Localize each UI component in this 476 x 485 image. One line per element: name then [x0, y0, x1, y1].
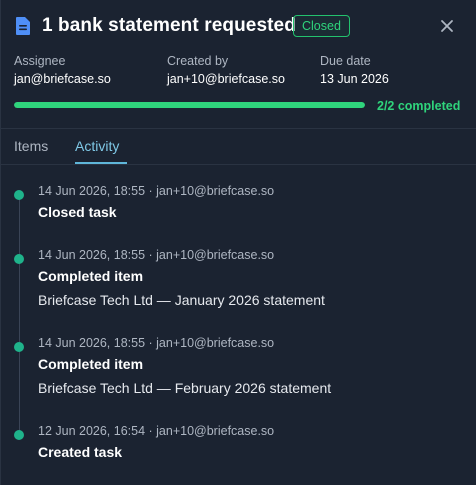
activity-title: Completed item [38, 356, 144, 372]
tab-activity[interactable]: Activity [75, 138, 119, 154]
activity-detail: Briefcase Tech Ltd — February 2026 state… [38, 380, 332, 396]
tabs-divider [1, 164, 476, 165]
task-detail-panel: 1 bank statement requested Closed Assign… [0, 0, 476, 485]
activity-meta: 14 Jun 2026, 18:55 · jan+10@briefcase.so [38, 184, 275, 198]
progress-label: 2/2 completed [377, 99, 461, 113]
header-divider [1, 128, 476, 129]
document-icon [16, 17, 30, 35]
close-icon[interactable] [438, 17, 456, 35]
created-by-value: jan+10@briefcase.so [167, 72, 285, 86]
timeline-dot [14, 342, 24, 352]
due-date-label: Due date [320, 54, 371, 68]
task-header: 1 bank statement requested Closed Assign… [1, 0, 476, 128]
activity-title: Created task [38, 444, 123, 460]
activity-title: Closed task [38, 204, 117, 220]
assignee-label: Assignee [14, 54, 66, 68]
timeline-dot [14, 430, 24, 440]
timeline-line [19, 195, 20, 435]
activity-detail: Briefcase Tech Ltd — January 2026 statem… [38, 292, 325, 308]
progress-fill [14, 102, 365, 108]
status-badge: Closed [293, 15, 350, 37]
timeline-dot [14, 190, 24, 200]
task-title: 1 bank statement requested [42, 15, 296, 36]
timeline-dot [14, 254, 24, 264]
activity-meta: 12 Jun 2026, 16:54 · jan+10@briefcase.so [38, 424, 275, 438]
activity-meta: 14 Jun 2026, 18:55 · jan+10@briefcase.so [38, 336, 275, 350]
progress-bar [14, 102, 365, 108]
tab-items[interactable]: Items [14, 138, 48, 154]
assignee-value: jan@briefcase.so [14, 72, 111, 86]
due-date-value: 13 Jun 2026 [320, 72, 389, 86]
activity-meta: 14 Jun 2026, 18:55 · jan+10@briefcase.so [38, 248, 275, 262]
activity-title: Completed item [38, 268, 144, 284]
created-by-label: Created by [167, 54, 229, 68]
